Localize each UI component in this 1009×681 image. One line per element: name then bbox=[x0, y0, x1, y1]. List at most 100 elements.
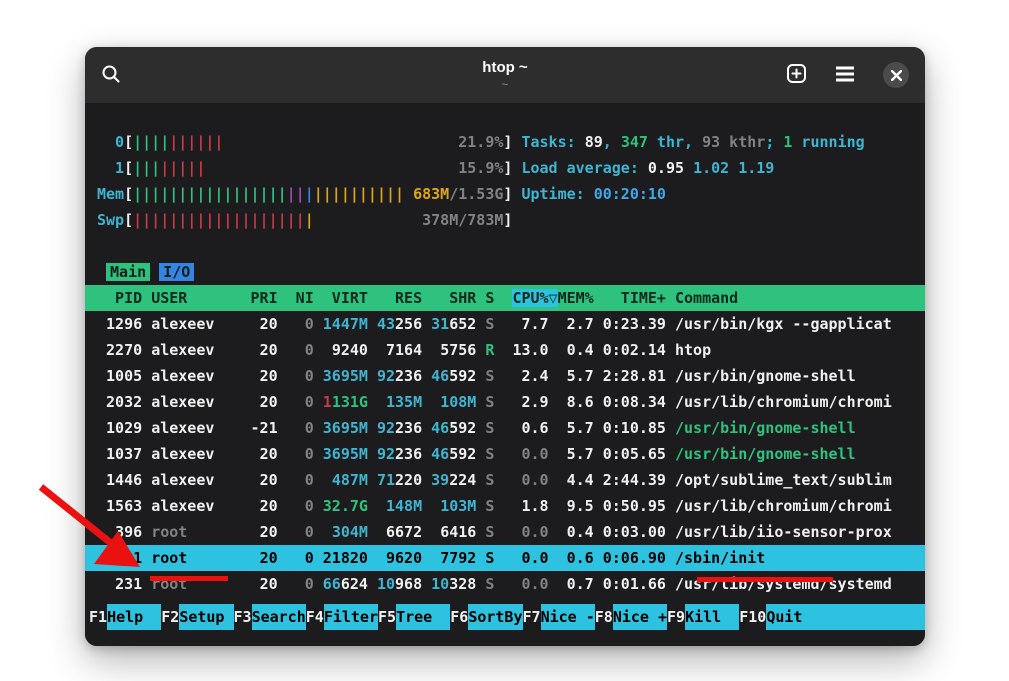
fkey-action-kill[interactable]: Kill bbox=[685, 604, 739, 630]
fkey-action-sortby[interactable]: SortBy bbox=[468, 604, 522, 630]
cell-time: 0:05.65 bbox=[603, 445, 666, 463]
fkey-action-filter[interactable]: Filter bbox=[324, 604, 378, 630]
cell-cpu: 0.0 bbox=[503, 445, 548, 463]
new-tab-button[interactable] bbox=[782, 59, 811, 91]
process-row-2032[interactable]: 2032 alexeev 20 0 1131G 135M 108M S 2.9 … bbox=[85, 389, 925, 415]
meter-bars: |||||||||| bbox=[133, 133, 223, 151]
fkey-label-f3: F3 bbox=[234, 604, 252, 630]
cell-virt: 3695M bbox=[323, 445, 368, 463]
cell-shr: 5756 bbox=[431, 341, 476, 359]
cell-shr: 103M bbox=[431, 497, 476, 515]
cell-pid: 2032 bbox=[97, 393, 142, 411]
cell-pid: 1037 bbox=[97, 445, 142, 463]
process-row-231[interactable]: 231 root 20 0 66624 10968 10328 S 0.0 0.… bbox=[85, 571, 925, 597]
cell-cpu: 0.6 bbox=[503, 419, 548, 437]
fkey-label-f5: F5 bbox=[378, 604, 396, 630]
cell-mem: 2.7 bbox=[558, 315, 594, 333]
column-header-ni[interactable]: NI bbox=[287, 289, 314, 307]
cell-cmd: /usr/lib/iio-sensor-prox bbox=[675, 523, 892, 541]
cell-shr: 46592 bbox=[431, 419, 476, 437]
window-subtitle: ~ bbox=[502, 79, 508, 91]
cell-pri: 20 bbox=[251, 549, 278, 567]
cell-pri: 20 bbox=[251, 393, 278, 411]
meter-bars: |||||||||||||||||||||||||||||| bbox=[133, 185, 404, 203]
fkey-label-f6: F6 bbox=[450, 604, 468, 630]
cell-virt: 3695M bbox=[323, 419, 368, 437]
tab-main[interactable]: Main bbox=[106, 263, 150, 281]
cell-mem: 0.7 bbox=[558, 575, 594, 593]
cell-ni: 0 bbox=[287, 497, 314, 515]
process-row-1296[interactable]: 1296 alexeev 20 0 1447M 43256 31652 S 7.… bbox=[85, 311, 925, 337]
cell-pri: 20 bbox=[251, 575, 278, 593]
cell-res: 92236 bbox=[377, 419, 422, 437]
cell-pid: 231 bbox=[97, 575, 142, 593]
cell-virt: 487M bbox=[323, 471, 368, 489]
fkey-action-nice[interactable]: Nice - bbox=[541, 604, 595, 630]
cell-mem: 5.7 bbox=[558, 367, 594, 385]
screen-tabs: Main I/O bbox=[85, 259, 925, 285]
column-header-mem[interactable]: MEM% bbox=[558, 289, 594, 307]
cell-mem: 4.4 bbox=[558, 471, 594, 489]
fkey-action-quit[interactable]: Quit bbox=[766, 604, 925, 630]
fkey-label-f7: F7 bbox=[523, 604, 541, 630]
meter-label: Mem bbox=[97, 185, 124, 203]
column-header-cmd[interactable]: Command bbox=[675, 289, 738, 307]
hamburger-menu-icon bbox=[835, 65, 855, 86]
process-row-1005[interactable]: 1005 alexeev 20 0 3695M 92236 46592 S 2.… bbox=[85, 363, 925, 389]
column-header-pid[interactable]: PID bbox=[97, 289, 142, 307]
blank-line bbox=[85, 233, 925, 259]
cell-shr: 39224 bbox=[431, 471, 476, 489]
process-row-2270[interactable]: 2270 alexeev 20 0 9240 7164 5756 R 13.0 … bbox=[85, 337, 925, 363]
process-row-1037[interactable]: 1037 alexeev 20 0 3695M 92236 46592 S 0.… bbox=[85, 441, 925, 467]
fkey-label-f4: F4 bbox=[306, 604, 324, 630]
search-button[interactable] bbox=[97, 60, 125, 91]
terminal: 0[|||||||||| 21.9%] Tasks: 89, 347 thr, … bbox=[85, 103, 925, 646]
process-row-1446[interactable]: 1446 alexeev 20 0 487M 71220 39224 S 0.0… bbox=[85, 467, 925, 493]
cell-mem: 5.7 bbox=[558, 419, 594, 437]
tab-io[interactable]: I/O bbox=[159, 263, 194, 281]
menu-button[interactable] bbox=[831, 61, 859, 90]
cell-pid: 2270 bbox=[97, 341, 142, 359]
cell-cpu: 0.0 bbox=[503, 471, 548, 489]
fkey-action-nice[interactable]: Nice + bbox=[613, 604, 667, 630]
cell-cmd: htop bbox=[675, 341, 711, 359]
column-header-virt[interactable]: VIRT bbox=[323, 289, 368, 307]
column-header-cpu[interactable]: CPU%▽ bbox=[512, 289, 557, 307]
column-header-pri[interactable]: PRI bbox=[251, 289, 278, 307]
cell-ni: 0 bbox=[287, 393, 314, 411]
cell-time: 0:23.39 bbox=[603, 315, 666, 333]
column-header-res[interactable]: RES bbox=[377, 289, 422, 307]
column-header-shr[interactable]: SHR bbox=[431, 289, 476, 307]
cell-mem: 9.5 bbox=[558, 497, 594, 515]
cell-pri: -21 bbox=[251, 419, 278, 437]
cell-cmd: /usr/bin/gnome-shell bbox=[675, 445, 856, 463]
cell-pid: 1005 bbox=[97, 367, 142, 385]
process-row-1563[interactable]: 1563 alexeev 20 0 32.7G 148M 103M S 1.8 … bbox=[85, 493, 925, 519]
process-row-396[interactable]: 396 root 20 0 304M 6672 6416 S 0.0 0.4 0… bbox=[85, 519, 925, 545]
column-header-time[interactable]: TIME+ bbox=[603, 289, 666, 307]
close-button[interactable] bbox=[879, 58, 913, 92]
cell-pri: 20 bbox=[251, 367, 278, 385]
fkey-action-tree[interactable]: Tree bbox=[396, 604, 450, 630]
cell-pri: 20 bbox=[251, 497, 278, 515]
cell-res: 9620 bbox=[377, 549, 422, 567]
fkey-action-search[interactable]: Search bbox=[252, 604, 306, 630]
cell-user: alexeev bbox=[151, 367, 241, 385]
fkey-action-setup[interactable]: Setup bbox=[179, 604, 233, 630]
fkey-label-f9: F9 bbox=[667, 604, 685, 630]
cell-shr: 31652 bbox=[431, 315, 476, 333]
cell-user: alexeev bbox=[151, 497, 241, 515]
cell-user: alexeev bbox=[151, 445, 241, 463]
fkey-action-help[interactable]: Help bbox=[107, 604, 161, 630]
process-row-1029[interactable]: 1029 alexeev -21 0 3695M 92236 46592 S 0… bbox=[85, 415, 925, 441]
cell-shr: 6416 bbox=[431, 523, 476, 541]
cell-cpu: 13.0 bbox=[503, 341, 548, 359]
process-row-1[interactable]: 1 root 20 0 21820 9620 7792 S 0.0 0.6 0:… bbox=[85, 545, 925, 571]
cell-cmd: /usr/lib/systemd/systemd bbox=[675, 575, 892, 593]
cell-cpu: 2.4 bbox=[503, 367, 548, 385]
cell-cmd: /usr/lib/chromium/chromi bbox=[675, 497, 892, 515]
column-header-user[interactable]: USER bbox=[151, 289, 241, 307]
fkey-label-f8: F8 bbox=[595, 604, 613, 630]
table-header[interactable]: PID USER PRI NI VIRT RES SHR S CPU%▽MEM%… bbox=[85, 285, 925, 311]
cell-user: alexeev bbox=[151, 341, 241, 359]
